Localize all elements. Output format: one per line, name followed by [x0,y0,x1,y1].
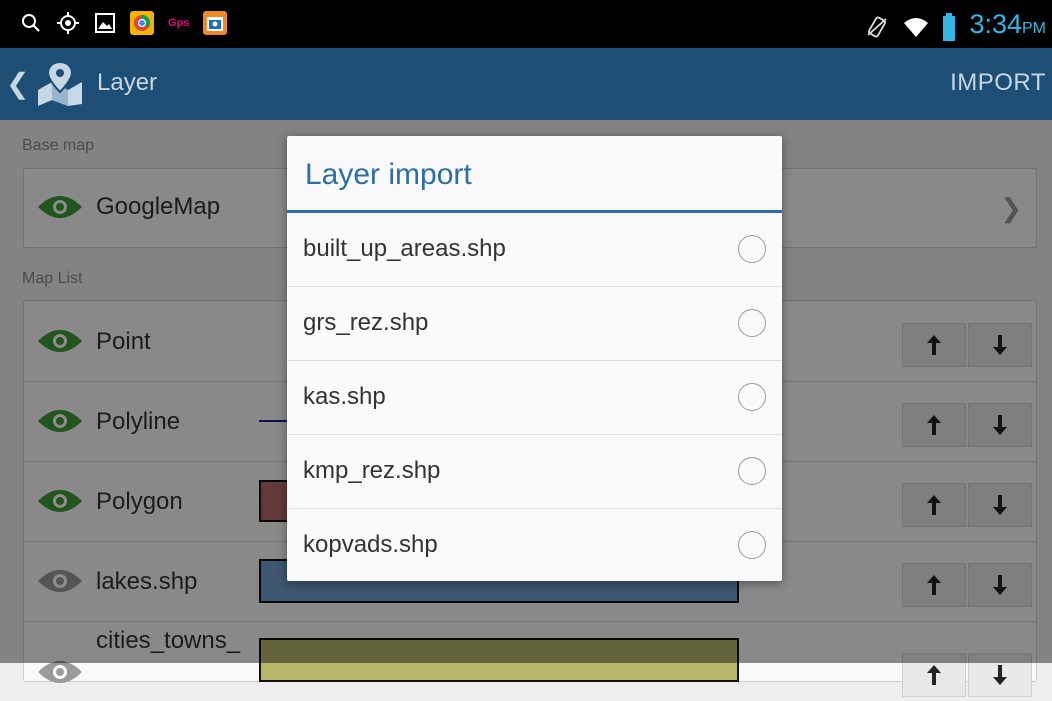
clock: 3:34PM [969,8,1046,45]
file-option[interactable]: grs_rez.shp [287,287,782,361]
system-status: 3:34PM [865,8,1046,45]
radio-button[interactable] [738,309,766,337]
file-name: grs_rez.shp [303,309,429,336]
file-option[interactable]: kas.shp [287,361,782,435]
gps-location-icon [56,11,80,35]
gps-app-icon: Gps [168,17,190,29]
radio-button[interactable] [738,531,766,559]
radio-button[interactable] [738,383,766,411]
file-name: built_up_areas.shp [303,235,506,262]
wifi-icon [903,16,929,38]
page-title: Layer [97,69,158,96]
battery-icon [943,12,956,41]
arrow-down-icon [993,665,1007,685]
chrome-app-icon [130,11,154,35]
eye-hidden-icon[interactable] [36,659,84,690]
radio-button[interactable] [738,235,766,263]
store-app-icon [203,11,228,35]
clock-ampm: PM [1022,20,1046,37]
file-option[interactable]: kmp_rez.shp [287,435,782,509]
file-list: built_up_areas.shp grs_rez.shp kas.shp k… [287,213,782,581]
file-name: kmp_rez.shp [303,457,441,484]
search-icon [20,12,42,34]
dialog-title: Layer import [305,158,472,191]
arrow-up-icon [927,665,941,685]
file-name: kopvads.shp [303,531,438,558]
back-icon[interactable]: ❮ [6,70,29,98]
app-bar: ❮ Layer IMPORT [0,48,1052,120]
file-option[interactable]: kopvads.shp [287,509,782,582]
map-layers-logo-icon[interactable] [32,60,88,113]
notification-icons: Gps [20,11,228,35]
image-icon [94,12,116,34]
clock-time: 3:34 [969,9,1022,39]
layer-import-dialog: Layer import built_up_areas.shp grs_rez.… [287,136,782,581]
status-bar: Gps 3:34PM [0,0,1052,48]
vibrate-icon [865,15,889,39]
radio-button[interactable] [738,457,766,485]
file-name: kas.shp [303,383,386,410]
file-option[interactable]: built_up_areas.shp [287,213,782,287]
import-button[interactable]: IMPORT [950,68,1046,98]
